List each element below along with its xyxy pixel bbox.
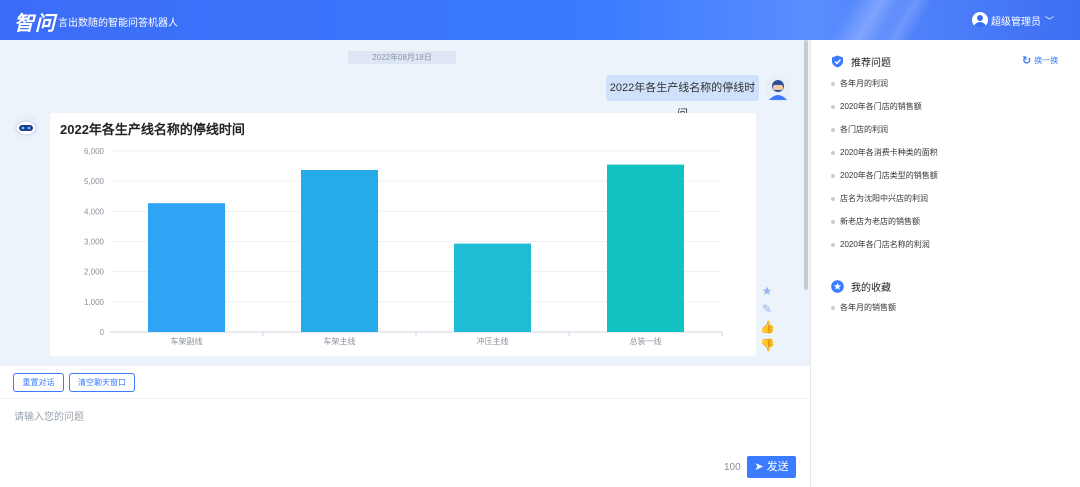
- x-tick-label: 总装一线: [630, 336, 662, 346]
- chat-scrollbar[interactable]: [804, 40, 808, 290]
- pencil-icon[interactable]: ✎: [760, 302, 774, 316]
- app-subtitle: 言出数随的智能问答机器人: [58, 18, 178, 29]
- chat-toolbar: 重置对话 清空聊天窗口: [0, 366, 810, 399]
- favorites-title: 我的收藏: [851, 283, 891, 294]
- header-decoration: [860, 0, 950, 40]
- recommended-list: 各年月的利润 2020年各门店的销售额 各门店的利润 2020年各消费卡种类的面…: [831, 78, 938, 262]
- y-tick-label: 1,000: [84, 298, 105, 307]
- recommended-item[interactable]: 2020年各门店的销售额: [831, 101, 938, 124]
- bar-chart: 0 1,000 2,000 3,000 4,000 5,000 6,000 车架副线 车架主线 冲…: [84, 147, 723, 346]
- char-count: 100: [724, 462, 741, 473]
- message-actions: ★ ✎ 👍 👎: [760, 284, 778, 356]
- user-avatar: [765, 76, 791, 102]
- y-tick-label: 6,000: [84, 147, 105, 156]
- bot-avatar: [13, 114, 39, 140]
- bar: [454, 243, 531, 332]
- y-tick-label: 2,000: [84, 268, 105, 277]
- recommended-item[interactable]: 店名为沈阳中兴店的利润: [831, 193, 938, 216]
- thumbs-up-icon[interactable]: 👍: [760, 320, 775, 334]
- y-tick-label: 4,000: [84, 207, 105, 216]
- top-header: 智问 言出数随的智能问答机器人 超级管理员 ﹀: [0, 0, 1080, 40]
- bullet-icon: [831, 128, 835, 132]
- recommended-item[interactable]: 2020年各消费卡种类的面积: [831, 147, 938, 170]
- user-menu[interactable]: 超级管理员 ﹀: [971, 12, 1054, 28]
- question-text: 2020年各消费卡种类的面积: [840, 148, 938, 157]
- bullet-icon: [831, 105, 835, 109]
- y-tick-label: 3,000: [84, 238, 105, 247]
- bar: [607, 164, 684, 332]
- question-text: 各年月的利润: [840, 79, 888, 88]
- bullet-icon: [831, 306, 835, 310]
- input-area: 100 ➤ 发送: [0, 400, 810, 487]
- recommended-item[interactable]: 2020年各门店名称的利润: [831, 239, 938, 262]
- bullet-icon: [831, 220, 835, 224]
- recommended-header: 推荐问题: [831, 54, 891, 69]
- x-tick-label: 车架副线: [171, 336, 203, 346]
- bullet-icon: [831, 82, 835, 86]
- recommended-item[interactable]: 2020年各门店类型的销售额: [831, 170, 938, 193]
- refresh-label: 换一换: [1034, 56, 1059, 65]
- y-tick-label: 0: [100, 328, 105, 337]
- send-button[interactable]: ➤ 发送: [747, 456, 796, 478]
- shield-check-icon: [832, 55, 843, 68]
- question-text: 各门店的利润: [840, 125, 888, 134]
- star-badge-icon: [831, 280, 844, 293]
- user-name: 超级管理员: [990, 16, 1041, 28]
- refresh-button[interactable]: ↻ 换一换: [1022, 54, 1058, 67]
- question-input[interactable]: [14, 408, 714, 448]
- bullet-icon: [831, 197, 835, 201]
- favorites-list: 各年月的销售额: [831, 302, 896, 325]
- bar: [301, 170, 378, 332]
- recommended-item[interactable]: 各年月的利润: [831, 78, 938, 101]
- favorites-header: 我的收藏: [831, 279, 891, 294]
- recommended-title: 推荐问题: [851, 58, 891, 69]
- bullet-icon: [831, 151, 835, 155]
- thumbs-down-icon[interactable]: 👎: [760, 338, 775, 352]
- send-icon: ➤: [754, 461, 764, 473]
- favorite-item[interactable]: 各年月的销售额: [831, 302, 896, 325]
- chart-card: 2022年各生产线名称的停线时间 0 1,000 2,000 3,000 4,000 5,…: [50, 113, 756, 356]
- right-sidebar: 推荐问题 ↻ 换一换 各年月的利润 2020年各门店的销售额 各门店的利润 20…: [811, 40, 1080, 487]
- y-tick-label: 5,000: [84, 177, 105, 186]
- chevron-down-icon: ﹀: [1044, 15, 1054, 26]
- clear-chat-button[interactable]: 清空聊天窗口: [69, 373, 135, 392]
- user-message-bubble: 2022年各生产线名称的停线时间: [606, 75, 759, 120]
- bar: [148, 203, 225, 332]
- send-label: 发送: [766, 461, 789, 473]
- question-text: 各年月的销售额: [840, 303, 896, 312]
- question-text: 2020年各门店名称的利润: [840, 240, 930, 249]
- x-tick-label: 车架主线: [324, 336, 356, 346]
- recommended-item[interactable]: 新老店为老店的销售额: [831, 216, 938, 239]
- date-separator: 2022年08月18日: [348, 51, 456, 64]
- question-text: 2020年各门店类型的销售额: [840, 171, 938, 180]
- recommended-item[interactable]: 各门店的利润: [831, 124, 938, 147]
- reset-conversation-button[interactable]: 重置对话: [13, 373, 64, 392]
- chat-area[interactable]: 2022年08月18日 2022年各生产线名称的停线时间 2022年各生产线名称…: [0, 40, 810, 366]
- x-tick-label: 冲压主线: [477, 336, 509, 346]
- refresh-icon: ↻: [1022, 55, 1032, 67]
- user-avatar-icon: [971, 12, 988, 28]
- question-text: 新老店为老店的销售额: [840, 217, 920, 226]
- star-icon[interactable]: ★: [760, 284, 774, 298]
- question-text: 2020年各门店的销售额: [840, 102, 922, 111]
- app-logo: 智问: [14, 13, 56, 35]
- chart-title: 2022年各生产线名称的停线时间: [60, 122, 245, 137]
- bullet-icon: [831, 243, 835, 247]
- bullet-icon: [831, 174, 835, 178]
- question-text: 店名为沈阳中兴店的利润: [840, 194, 928, 203]
